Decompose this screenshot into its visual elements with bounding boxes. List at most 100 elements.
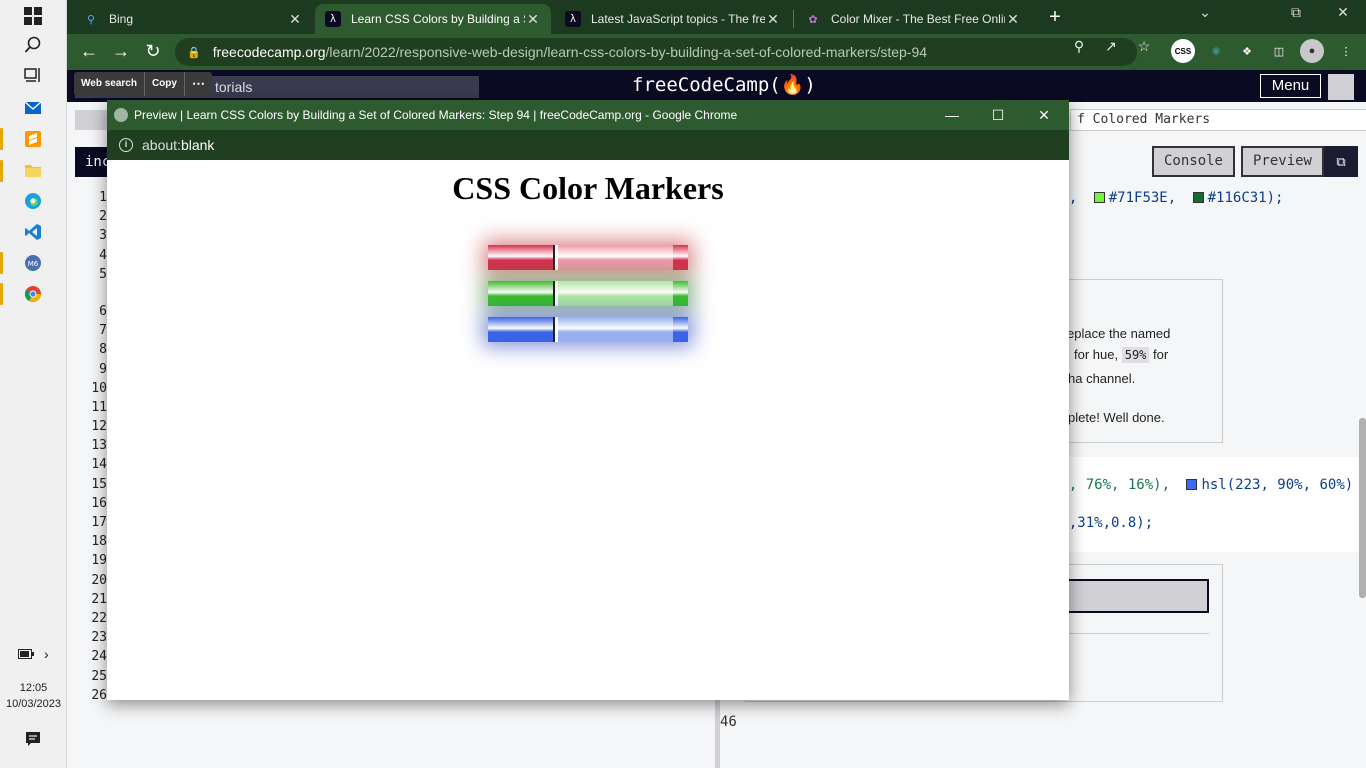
task-view-icon[interactable] [21, 63, 45, 87]
react-devtools-icon[interactable]: ⚛ [1204, 39, 1228, 63]
chrome-icon[interactable] [21, 282, 45, 306]
address-bar[interactable]: 🔒 freecodecamp.org/learn/2022/responsive… [175, 38, 1137, 66]
back-arrow-icon[interactable]: ← [76, 41, 102, 62]
windows-taskbar: M6 › 12:05 10/03/2023 [0, 0, 67, 768]
tab-title: Learn CSS Colors by Building a Se [351, 12, 525, 26]
popup-title-bar[interactable]: Preview | Learn CSS Colors by Building a… [107, 100, 1069, 130]
line-number: 20 [91, 572, 107, 588]
line-number: 9 [99, 361, 107, 377]
close-icon[interactable]: ✕ [1021, 100, 1067, 130]
line-number: 13 [91, 438, 107, 454]
share-icon[interactable]: ↗ [1100, 38, 1122, 55]
info-icon[interactable]: i [119, 138, 133, 152]
new-tab-button[interactable]: + [1043, 6, 1067, 29]
active-app-indicator [0, 252, 3, 274]
search-icon[interactable] [21, 33, 45, 57]
css-extension-icon[interactable]: CSS [1171, 39, 1195, 63]
bookmark-star-icon[interactable]: ☆ [1133, 38, 1155, 55]
popup-address-bar[interactable]: i about: blank [107, 130, 1069, 160]
marker-sleeve [558, 281, 673, 306]
fcc-navbar: torials freeCodeCamp(🔥) Menu [67, 70, 1366, 102]
reload-icon[interactable]: ↻ [140, 41, 166, 62]
zoom-icon[interactable]: ⚲ [1068, 38, 1090, 55]
tab-strip: ⚲ Bing ✕ λ Learn CSS Colors by Building … [67, 0, 1366, 34]
web-search-button[interactable]: Web search [74, 72, 145, 96]
lock-icon[interactable]: 🔒 [187, 46, 201, 59]
tab-title: Color Mixer - The Best Free Onlin [831, 12, 1005, 26]
fcc-icon: λ [325, 11, 341, 27]
close-icon[interactable]: ✕ [765, 11, 781, 28]
line-number: 3 [99, 228, 107, 244]
close-icon[interactable]: ✕ [525, 11, 541, 28]
close-icon[interactable]: ✕ [1005, 11, 1021, 28]
color-swatch[interactable] [1192, 192, 1204, 203]
maximize-icon[interactable]: ☐ [975, 100, 1021, 130]
line-number: 6 [99, 303, 107, 319]
edge-icon[interactable] [21, 189, 45, 213]
m6-icon[interactable]: M6 [21, 251, 45, 275]
file-explorer-icon[interactable] [21, 158, 45, 182]
console-button[interactable]: Console [1152, 146, 1235, 177]
instructions-text: ha channel. [1068, 371, 1136, 386]
preview-content: CSS Color Markers [107, 160, 1069, 700]
line-number: 22 [91, 610, 107, 626]
line-number: 18 [91, 534, 107, 550]
line-number: 12 [91, 419, 107, 435]
restore-window-icon[interactable]: ⧉ [1273, 4, 1319, 21]
chrome-menu-icon[interactable]: ⋮ [1334, 39, 1358, 63]
line-number: 10 [91, 380, 107, 396]
active-app-indicator [0, 128, 3, 150]
preview-button[interactable]: Preview [1241, 146, 1324, 177]
instructions-complete-text: plete! Well done. [1068, 410, 1165, 425]
editor-code-line-hex[interactable]: 0D, #71F53E, #116C31); [1052, 190, 1283, 206]
forward-arrow-icon[interactable]: → [108, 41, 134, 62]
copy-button[interactable]: Copy [145, 72, 185, 96]
close-window-icon[interactable]: ✕ [1320, 4, 1366, 21]
url-path: /learn/2022/responsive-web-design/learn-… [325, 44, 928, 60]
line-number: 19 [91, 553, 107, 569]
color-swatch[interactable] [1186, 479, 1198, 490]
taskbar-clock[interactable]: 12:05 10/03/2023 [0, 680, 67, 712]
code-token: 36, 76%, 16%), [1052, 477, 1171, 493]
close-icon[interactable]: ✕ [287, 11, 303, 28]
line-number: 24 [91, 649, 107, 665]
color-swatch[interactable] [1093, 192, 1105, 203]
tab-search-chevron-icon[interactable]: ⌄ [1182, 4, 1228, 21]
tab-color-mixer[interactable]: ✿ Color Mixer - The Best Free Onlin ✕ [795, 4, 1031, 34]
line-number: 25 [91, 668, 107, 684]
side-panel-icon[interactable]: ◫ [1267, 39, 1291, 63]
marker-sleeve [558, 317, 673, 342]
tab-latest-javascript[interactable]: λ Latest JavaScript topics - The free ✕ [555, 4, 791, 34]
clock-date: 10/03/2023 [5, 698, 62, 710]
search-placeholder-fragment: torials [215, 79, 253, 95]
address-scheme: about: [142, 137, 181, 153]
marker-red [488, 245, 688, 270]
popout-preview-icon[interactable]: ⧉ [1324, 146, 1358, 177]
tab-bing[interactable]: ⚲ Bing ✕ [73, 4, 313, 34]
more-options-button[interactable]: ⋯ [185, 72, 212, 96]
vscode-icon[interactable] [21, 220, 45, 244]
profile-avatar[interactable]: ● [1300, 39, 1324, 63]
color-mixer-icon: ✿ [808, 13, 818, 26]
minimize-icon[interactable]: — [929, 100, 975, 130]
editor-code-line-hsl: 36, 76%, 16%), hsl(223, 90%, 60%) [1052, 477, 1353, 493]
scrollbar-thumb[interactable] [1359, 418, 1366, 598]
tab-title: Bing [109, 12, 134, 26]
marker-tip [673, 245, 688, 270]
fcc-logo[interactable]: freeCodeCamp(🔥) [632, 73, 816, 96]
instructions-text: for hue, 59% for [1074, 347, 1168, 363]
battery-icon[interactable] [18, 646, 34, 662]
extensions-puzzle-icon[interactable]: ❖ [1235, 39, 1259, 63]
instructions-fragment: for hue, [1074, 347, 1119, 362]
chevron-right-icon[interactable]: › [44, 646, 49, 662]
mail-icon[interactable] [21, 96, 45, 120]
sublime-text-icon[interactable] [21, 127, 45, 151]
marker-cap [488, 245, 553, 270]
menu-button[interactable]: Menu [1260, 74, 1321, 98]
line-number: 14 [91, 457, 107, 473]
notification-icon[interactable] [21, 727, 45, 751]
windows-start-icon[interactable] [21, 4, 45, 28]
tab-learn-css-colors[interactable]: λ Learn CSS Colors by Building a Se ✕ [315, 4, 551, 34]
marker-green [488, 281, 688, 306]
avatar[interactable] [1328, 74, 1354, 100]
